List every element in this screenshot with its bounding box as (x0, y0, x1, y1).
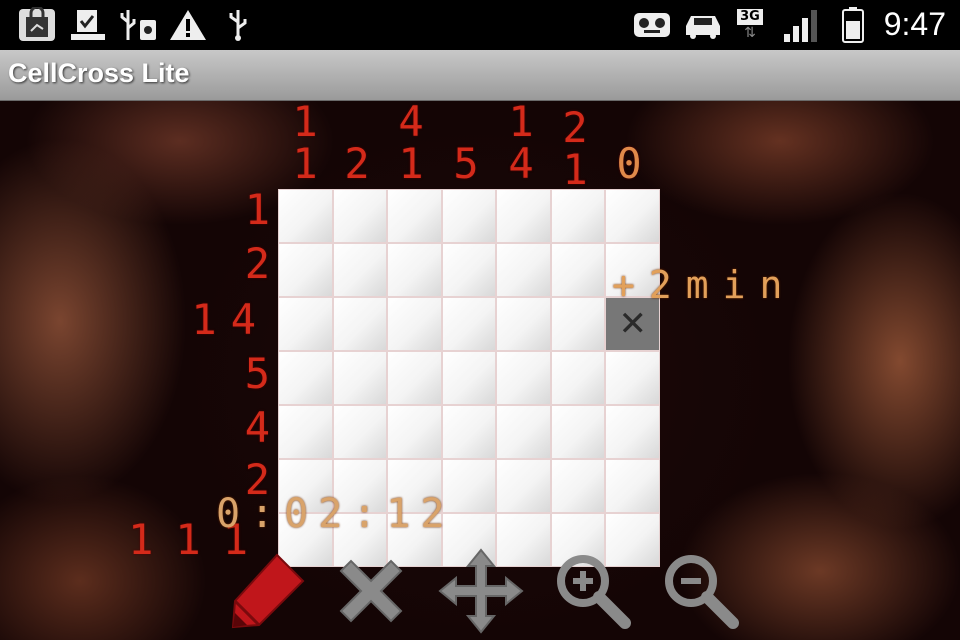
clue-number: 1 (562, 145, 588, 194)
row-clue-2: 2 (245, 243, 270, 287)
move-arrows-icon (438, 548, 524, 634)
clue-number: 4 (230, 295, 270, 344)
usb-icon (224, 8, 252, 42)
grid-cell[interactable] (497, 460, 550, 512)
grid-cell[interactable] (388, 190, 441, 242)
grid-cell[interactable] (606, 190, 659, 242)
grid-cell[interactable] (497, 190, 550, 242)
grid-cell[interactable] (551, 352, 605, 404)
grid-cell[interactable] (551, 406, 605, 458)
clue-number: 2 (344, 139, 370, 188)
download-complete-icon (68, 8, 108, 42)
grid-cell[interactable] (333, 352, 387, 404)
grid-cell[interactable] (333, 244, 387, 296)
signal-strength-icon (782, 8, 822, 42)
grid-cell[interactable] (497, 298, 550, 350)
zoom-in-icon (557, 555, 631, 629)
grid-cell[interactable] (442, 244, 496, 296)
move-tool-button[interactable] (436, 546, 526, 636)
clue-number: 0 (616, 139, 642, 188)
grid-cell[interactable] (333, 190, 387, 242)
clue-number: 1 (398, 139, 424, 188)
status-bar: 3G ⇅ 9:47 (0, 0, 960, 50)
row-clue-5: 4 (245, 407, 270, 451)
grid-cell[interactable] (442, 406, 496, 458)
warning-icon (168, 8, 208, 42)
clue-number: 1 (128, 515, 176, 564)
clue-number: 1 (191, 295, 231, 344)
column-clue-7: 0 (607, 143, 651, 185)
grid-cell[interactable] (442, 298, 496, 350)
bonus-time-label: +2min (612, 263, 797, 307)
cross-icon (339, 559, 403, 623)
app-title: CellCross Lite (8, 58, 190, 88)
signal-3g-icon: 3G ⇅ (733, 8, 767, 42)
zoom-in-tool-button[interactable] (548, 546, 638, 636)
column-clue-2: 2 (335, 143, 379, 185)
column-clue-4: 5 (444, 143, 488, 185)
grid-cell[interactable] (497, 406, 550, 458)
grid-cell[interactable] (388, 298, 441, 350)
grid-cell[interactable] (606, 352, 659, 404)
grid-cell[interactable] (551, 244, 605, 296)
grid-cell[interactable] (279, 244, 332, 296)
grid-cell[interactable] (442, 352, 496, 404)
row-clue-3: 14 (191, 299, 270, 343)
grid-cell[interactable] (333, 406, 387, 458)
clue-number: 2 (562, 103, 588, 152)
car-mode-icon (682, 8, 724, 42)
pencil-tool-button[interactable] (222, 546, 312, 636)
clue-number: 4 (244, 403, 270, 452)
voicemail-icon (632, 8, 672, 42)
shopping-bag-icon (16, 7, 58, 42)
usb-debug-icon (118, 8, 158, 42)
zoom-out-icon (665, 555, 739, 629)
grid-cell[interactable] (551, 190, 605, 242)
clue-number: 1 (244, 185, 270, 234)
clue-number: 4 (508, 139, 534, 188)
zoom-out-tool-button[interactable] (656, 546, 746, 636)
clue-number: 1 (292, 101, 318, 146)
clue-number: 5 (453, 139, 479, 188)
row-clue-1: 1 (245, 189, 270, 233)
elapsed-timer: 0:02:12 (216, 491, 455, 537)
cross-mark-icon: ✕ (618, 304, 647, 344)
grid-cell[interactable] (551, 298, 605, 350)
grid-cell[interactable] (551, 460, 605, 512)
clue-number: 1 (292, 139, 318, 188)
grid-cell[interactable] (388, 406, 441, 458)
grid-cell[interactable] (279, 298, 332, 350)
column-clue-1: 1 1 (283, 101, 327, 185)
grid-cell[interactable] (497, 352, 550, 404)
column-clue-6: 2 1 (553, 107, 597, 191)
grid-cell[interactable] (606, 406, 659, 458)
grid-cell[interactable] (442, 190, 496, 242)
grid-cell[interactable] (606, 460, 659, 512)
column-clue-3: 4 1 (389, 101, 433, 185)
clue-number: 5 (244, 349, 270, 398)
network-type-label: 3G (737, 9, 763, 25)
clue-number: 4 (398, 101, 424, 146)
column-clue-5: 1 4 (499, 101, 543, 185)
clue-number: 1 (508, 101, 534, 146)
grid-cell[interactable] (388, 352, 441, 404)
row-clue-4: 5 (245, 353, 270, 397)
grid-cell[interactable] (279, 406, 332, 458)
grid-cell[interactable] (333, 298, 387, 350)
app-title-bar: CellCross Lite (0, 50, 960, 101)
cross-tool-button[interactable] (326, 546, 416, 636)
grid-cell[interactable] (497, 244, 550, 296)
clock-time: 9:47 (883, 6, 946, 42)
grid-cell[interactable] (279, 190, 332, 242)
grid-cell[interactable] (279, 352, 332, 404)
grid-cell[interactable] (388, 244, 441, 296)
pencil-icon (231, 553, 305, 629)
battery-icon (840, 7, 866, 43)
clue-number: 2 (244, 239, 270, 288)
game-board-area[interactable]: 1 1 2 4 1 5 1 4 2 1 0 1 2 14 5 4 2 111 ✕… (0, 101, 960, 640)
